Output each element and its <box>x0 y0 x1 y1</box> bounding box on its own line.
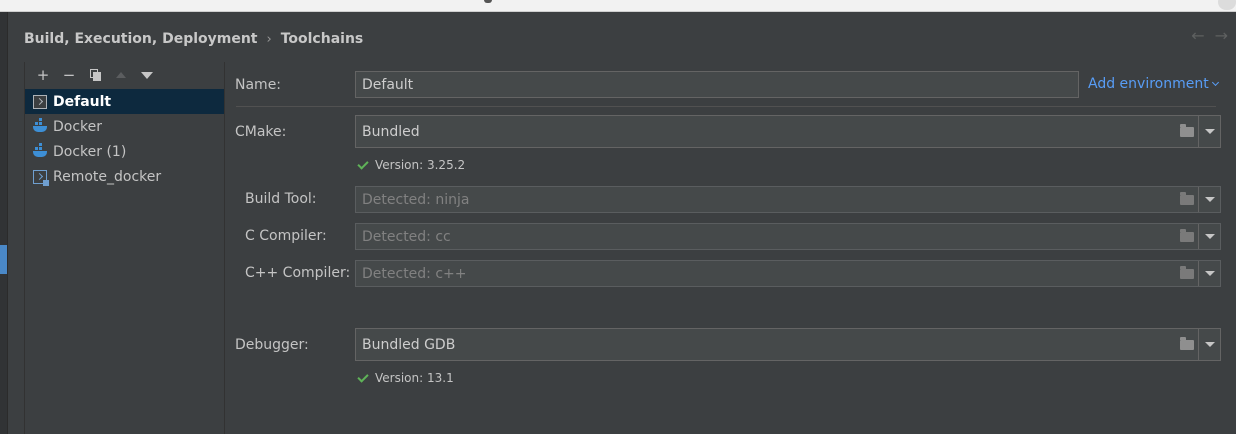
window-titlebar <box>0 0 1236 12</box>
c-compiler-combo[interactable]: Detected: cc <box>355 223 1221 250</box>
debugger-combo[interactable]: Bundled GDB <box>355 328 1221 361</box>
chevron-down-icon <box>1204 129 1215 134</box>
add-environment-link[interactable]: Add environment <box>1088 76 1219 92</box>
toolchain-item-docker-1[interactable]: Docker (1) <box>25 139 224 164</box>
breadcrumb-current: Toolchains <box>280 31 364 47</box>
toolchain-item-label: Docker (1) <box>53 143 127 160</box>
cmake-version-text: Version: 3.25.2 <box>375 158 466 172</box>
move-up-button[interactable] <box>108 66 134 84</box>
chevron-down-icon <box>1211 78 1219 87</box>
cmake-label: CMake: <box>235 124 287 140</box>
build-tool-combo[interactable]: Detected: ninja <box>355 186 1221 213</box>
remove-toolchain-button[interactable]: − <box>56 66 82 84</box>
folder-icon[interactable] <box>1176 116 1198 147</box>
remote-icon <box>33 169 49 186</box>
toolchain-item-default[interactable]: Default <box>25 89 224 114</box>
sidebar-selection-accent <box>0 245 7 274</box>
cpp-compiler-value: Detected: c++ <box>362 265 467 282</box>
c-compiler-dropdown-button[interactable] <box>1198 224 1220 249</box>
toolchain-item-label: Remote_docker <box>53 168 162 185</box>
name-label: Name: <box>235 77 282 93</box>
c-compiler-label: C Compiler: <box>245 228 327 244</box>
title-glyph <box>484 0 492 3</box>
build-tool-value: Detected: ninja <box>362 191 470 208</box>
debugger-label: Debugger: <box>235 337 309 353</box>
copy-toolchain-button[interactable] <box>82 66 108 84</box>
history-navigation: ← → <box>1191 26 1228 45</box>
folder-icon[interactable] <box>1176 187 1198 212</box>
settings-sidebar-edge <box>0 12 8 434</box>
back-arrow-icon[interactable]: ← <box>1191 26 1204 45</box>
debugger-value: Bundled GDB <box>362 336 456 353</box>
folder-icon[interactable] <box>1176 224 1198 249</box>
cpp-compiler-dropdown-button[interactable] <box>1198 261 1220 286</box>
build-tool-dropdown-button[interactable] <box>1198 187 1220 212</box>
checkmark-icon <box>357 157 369 170</box>
breadcrumb-separator-icon: › <box>266 31 272 47</box>
cpp-compiler-combo[interactable]: Detected: c++ <box>355 260 1221 287</box>
name-field-value: Default <box>362 76 414 93</box>
add-toolchain-button[interactable]: + <box>30 66 56 84</box>
cmake-combo[interactable]: Bundled <box>355 115 1221 148</box>
chevron-down-icon <box>1204 271 1215 276</box>
toolchain-list-panel: + − Default Docker Docker (1) Remote_doc… <box>24 62 225 434</box>
cpp-compiler-label: C++ Compiler: <box>245 265 351 281</box>
folder-icon[interactable] <box>1176 261 1198 286</box>
toolchain-item-docker[interactable]: Docker <box>25 114 224 139</box>
toolchain-tree: Default Docker Docker (1) Remote_docker <box>25 89 224 189</box>
build-tool-label: Build Tool: <box>245 191 317 207</box>
terminal-icon <box>33 94 47 109</box>
breadcrumb-parent[interactable]: Build, Execution, Deployment <box>24 31 258 47</box>
add-environment-label: Add environment <box>1088 76 1209 92</box>
debugger-dropdown-button[interactable] <box>1198 329 1220 360</box>
toolchain-toolbar: + − <box>30 66 160 84</box>
cmake-dropdown-button[interactable] <box>1198 116 1220 147</box>
chevron-down-icon <box>1204 342 1215 347</box>
folder-icon[interactable] <box>1176 329 1198 360</box>
cmake-value: Bundled <box>362 123 420 140</box>
forward-arrow-icon[interactable]: → <box>1215 26 1228 45</box>
docker-icon <box>33 117 47 134</box>
window-control[interactable] <box>1218 0 1236 10</box>
chevron-down-icon <box>1204 234 1215 239</box>
checkmark-icon <box>357 370 369 383</box>
arrow-up-icon <box>116 72 126 78</box>
arrow-down-icon <box>141 71 153 79</box>
c-compiler-value: Detected: cc <box>362 228 451 245</box>
breadcrumb: Build, Execution, Deployment › Toolchain… <box>24 29 363 49</box>
chevron-down-icon <box>1204 197 1215 202</box>
docker-icon <box>33 142 47 159</box>
debugger-version-text: Version: 13.1 <box>375 371 454 385</box>
cmake-version: Version: 3.25.2 <box>357 157 466 172</box>
toolchain-item-label: Docker <box>53 118 103 135</box>
toolchain-item-label: Default <box>53 93 112 110</box>
section-divider <box>236 106 1216 107</box>
name-field[interactable]: Default <box>355 71 1079 98</box>
move-down-button[interactable] <box>134 66 160 84</box>
toolchain-item-remote-docker[interactable]: Remote_docker <box>25 164 224 189</box>
copy-icon <box>89 69 101 81</box>
debugger-version: Version: 13.1 <box>357 370 454 385</box>
